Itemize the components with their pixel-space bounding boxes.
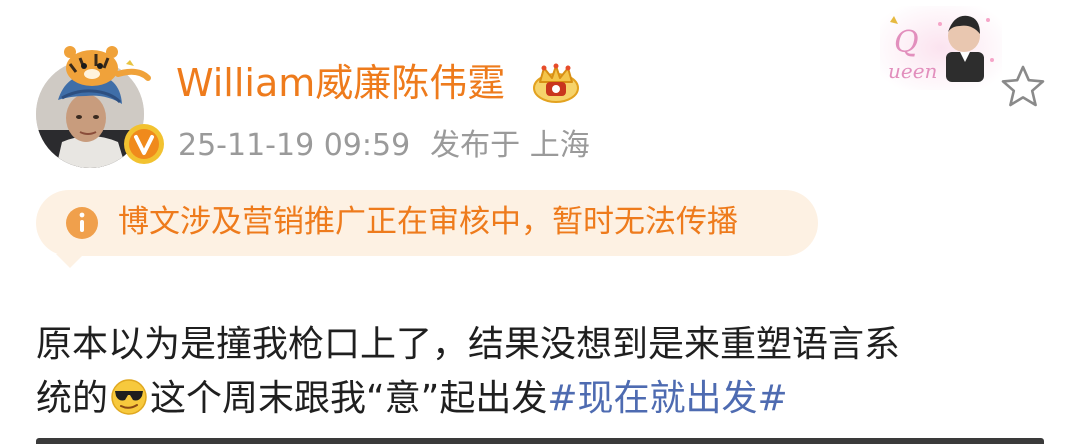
post-meta: 25-11-19 09:59 发布于 上海 xyxy=(178,126,590,166)
svg-text:ueen: ueen xyxy=(888,59,937,83)
weibo-post: William威廉陈伟霆 25-11-19 09:59 发布于 上海 Q uee… xyxy=(0,0,1080,444)
tiger-sticker-icon xyxy=(56,38,156,88)
star-icon[interactable] xyxy=(998,62,1048,112)
info-icon xyxy=(64,205,100,241)
review-notice-tail xyxy=(56,254,84,268)
post-content-line-2: 统的 这个周末跟我“意”起出发#现在就出发# xyxy=(36,372,1036,426)
review-notice-text: 博文涉及营销推广正在审核中，暂时无法传播 xyxy=(118,204,738,240)
post-content-text: 这个周末跟我“意”起出发 xyxy=(150,378,548,419)
queen-fan-badge-icon[interactable]: Q ueen xyxy=(880,6,1002,90)
post-content-line-1: 原本以为是撞我枪口上了，结果没想到是来重塑语言系 xyxy=(36,324,901,365)
author-avatar-group[interactable] xyxy=(36,46,164,168)
verified-badge-icon xyxy=(122,122,166,166)
crown-icon[interactable] xyxy=(528,62,584,106)
post-content-text: 统的 xyxy=(36,378,109,419)
hashtag-link[interactable]: #现在就出发# xyxy=(547,378,787,419)
svg-text:Q: Q xyxy=(894,25,919,60)
sunglasses-emoji-icon xyxy=(109,376,149,416)
author-name[interactable]: William威廉陈伟霆 xyxy=(176,60,505,106)
post-location: 发布于 上海 xyxy=(430,128,590,163)
bottom-media-edge xyxy=(36,438,1044,444)
post-datetime: 25-11-19 09:59 xyxy=(178,128,411,163)
post-content: 原本以为是撞我枪口上了，结果没想到是来重塑语言系 统的 这个周末跟我“意”起出发… xyxy=(36,318,1036,426)
